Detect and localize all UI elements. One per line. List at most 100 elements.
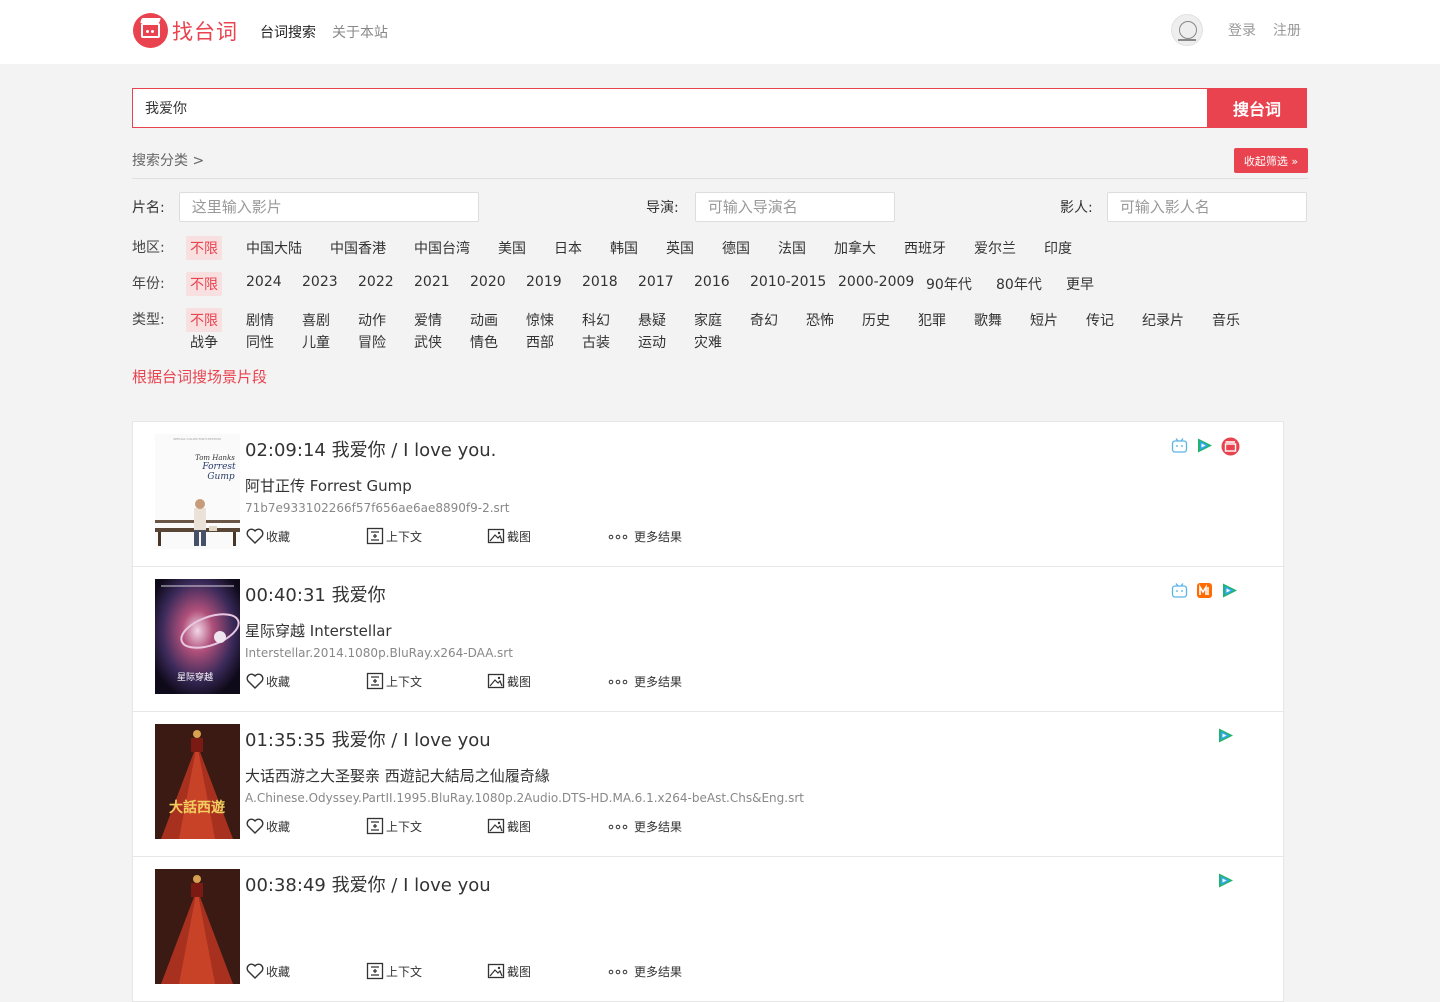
- region-option[interactable]: 爱尔兰: [974, 238, 1016, 258]
- more-results-button[interactable]: 更多结果: [607, 816, 682, 836]
- genre2-option[interactable]: 运动: [638, 332, 666, 352]
- genre-option[interactable]: 家庭: [694, 310, 722, 330]
- genre2-option[interactable]: 西部: [526, 332, 554, 352]
- result-movie-name[interactable]: 大话西游之大圣娶亲 西遊記大結局之仙履奇緣: [245, 765, 550, 786]
- tencent-video-icon[interactable]: [1196, 437, 1213, 454]
- bilibili-icon[interactable]: [1171, 437, 1188, 454]
- genre2-option[interactable]: 冒险: [358, 332, 386, 352]
- genre-option[interactable]: 音乐: [1212, 310, 1240, 330]
- region-option[interactable]: 韩国: [610, 238, 638, 258]
- region-option[interactable]: 印度: [1044, 238, 1072, 258]
- region-option[interactable]: 西班牙: [904, 238, 946, 258]
- more-results-button[interactable]: 更多结果: [607, 526, 682, 546]
- director-input[interactable]: [694, 192, 895, 222]
- scene-search-link[interactable]: 根据台词搜场景片段: [132, 366, 267, 387]
- genre-option[interactable]: 喜剧: [302, 310, 330, 330]
- year-option[interactable]: 更早: [1066, 274, 1094, 294]
- region-option[interactable]: 中国大陆: [246, 238, 302, 258]
- tencent-video-icon[interactable]: [1221, 582, 1238, 599]
- region-option[interactable]: 不限: [186, 236, 222, 260]
- movie-poster[interactable]: SPECIAL COLLECTOR'S EDITION Tom Hanks Forr…: [155, 434, 240, 549]
- region-option[interactable]: 中国香港: [330, 238, 386, 258]
- region-option[interactable]: 中国台湾: [414, 238, 470, 258]
- more-results-button[interactable]: 更多结果: [607, 671, 682, 691]
- year-option[interactable]: 2019: [526, 274, 562, 290]
- genre-option[interactable]: 动画: [470, 310, 498, 330]
- year-option[interactable]: 90年代: [926, 274, 972, 294]
- movie-poster[interactable]: 大話西遊: [155, 724, 240, 839]
- search-button[interactable]: 搜台词: [1207, 88, 1307, 128]
- movie-poster[interactable]: [155, 869, 240, 984]
- result-line-title[interactable]: 01:35:35 我爱你 / I love you: [245, 726, 491, 752]
- genre-option[interactable]: 恐怖: [806, 310, 834, 330]
- mtime-icon[interactable]: [1221, 437, 1240, 456]
- year-option[interactable]: 2023: [302, 274, 338, 290]
- screenshot-button[interactable]: 截图: [486, 816, 531, 836]
- year-option[interactable]: 2018: [582, 274, 618, 290]
- result-movie-name[interactable]: 阿甘正传 Forrest Gump: [245, 475, 412, 496]
- genre-option[interactable]: 科幻: [582, 310, 610, 330]
- search-input[interactable]: [132, 88, 1207, 128]
- context-button[interactable]: 上下文: [365, 671, 422, 691]
- context-button[interactable]: 上下文: [365, 816, 422, 836]
- context-button[interactable]: 上下文: [365, 961, 422, 981]
- year-option[interactable]: 2010-2015: [750, 274, 826, 290]
- actor-input[interactable]: [1106, 192, 1307, 222]
- year-option[interactable]: 2000-2009: [838, 274, 914, 290]
- login-link[interactable]: 登录: [1228, 20, 1256, 40]
- result-movie-name[interactable]: 星际穿越 Interstellar: [245, 620, 392, 641]
- result-line-title[interactable]: 02:09:14 我爱你 / I love you.: [245, 436, 496, 462]
- genre-option[interactable]: 不限: [186, 308, 222, 332]
- year-option[interactable]: 不限: [186, 272, 222, 296]
- movie-name-input[interactable]: [178, 192, 479, 222]
- genre2-option[interactable]: 武侠: [414, 332, 442, 352]
- bilibili-icon[interactable]: [1171, 582, 1188, 599]
- result-line-title[interactable]: 00:38:49 我爱你 / I love you: [245, 871, 491, 897]
- context-button[interactable]: 上下文: [365, 526, 422, 546]
- movie-poster[interactable]: 星际穿越: [155, 579, 240, 694]
- region-option[interactable]: 日本: [554, 238, 582, 258]
- favorite-button[interactable]: 收藏: [245, 816, 290, 836]
- screenshot-button[interactable]: 截图: [486, 526, 531, 546]
- year-option[interactable]: 2021: [414, 274, 450, 290]
- year-option[interactable]: 2020: [470, 274, 506, 290]
- genre2-option[interactable]: 同性: [246, 332, 274, 352]
- genre-option[interactable]: 悬疑: [638, 310, 666, 330]
- genre-option[interactable]: 短片: [1030, 310, 1058, 330]
- year-option[interactable]: 80年代: [996, 274, 1042, 294]
- genre-option[interactable]: 动作: [358, 310, 386, 330]
- genre-option[interactable]: 历史: [862, 310, 890, 330]
- genre-option[interactable]: 爱情: [414, 310, 442, 330]
- genre-option[interactable]: 歌舞: [974, 310, 1002, 330]
- favorite-button[interactable]: 收藏: [245, 526, 290, 546]
- category-title[interactable]: 搜索分类 >: [132, 150, 204, 170]
- genre2-option[interactable]: 儿童: [302, 332, 330, 352]
- region-option[interactable]: 英国: [666, 238, 694, 258]
- year-option[interactable]: 2016: [694, 274, 730, 290]
- genre2-option[interactable]: 战争: [190, 332, 218, 352]
- nav-item-line-search[interactable]: 台词搜索: [260, 22, 316, 42]
- genre-option[interactable]: 纪录片: [1142, 310, 1184, 330]
- screenshot-button[interactable]: 截图: [486, 961, 531, 981]
- genre-option[interactable]: 传记: [1086, 310, 1114, 330]
- region-option[interactable]: 美国: [498, 238, 526, 258]
- favorite-button[interactable]: 收藏: [245, 671, 290, 691]
- register-link[interactable]: 注册: [1273, 20, 1301, 40]
- tencent-video-icon[interactable]: [1217, 727, 1234, 744]
- genre2-option[interactable]: 情色: [470, 332, 498, 352]
- year-option[interactable]: 2022: [358, 274, 394, 290]
- genre-option[interactable]: 惊悚: [526, 310, 554, 330]
- tencent-video-icon[interactable]: [1217, 872, 1234, 889]
- more-results-button[interactable]: 更多结果: [607, 961, 682, 981]
- site-logo[interactable]: 找台词: [133, 13, 238, 48]
- user-avatar-icon[interactable]: [1171, 14, 1203, 46]
- collapse-filter-button[interactable]: 收起筛选 »: [1234, 148, 1308, 173]
- region-option[interactable]: 德国: [722, 238, 750, 258]
- favorite-button[interactable]: 收藏: [245, 961, 290, 981]
- region-option[interactable]: 加拿大: [834, 238, 876, 258]
- mgtv-icon[interactable]: [1196, 582, 1213, 599]
- region-option[interactable]: 法国: [778, 238, 806, 258]
- year-option[interactable]: 2024: [246, 274, 282, 290]
- genre2-option[interactable]: 灾难: [694, 332, 722, 352]
- nav-item-about[interactable]: 关于本站: [332, 22, 388, 42]
